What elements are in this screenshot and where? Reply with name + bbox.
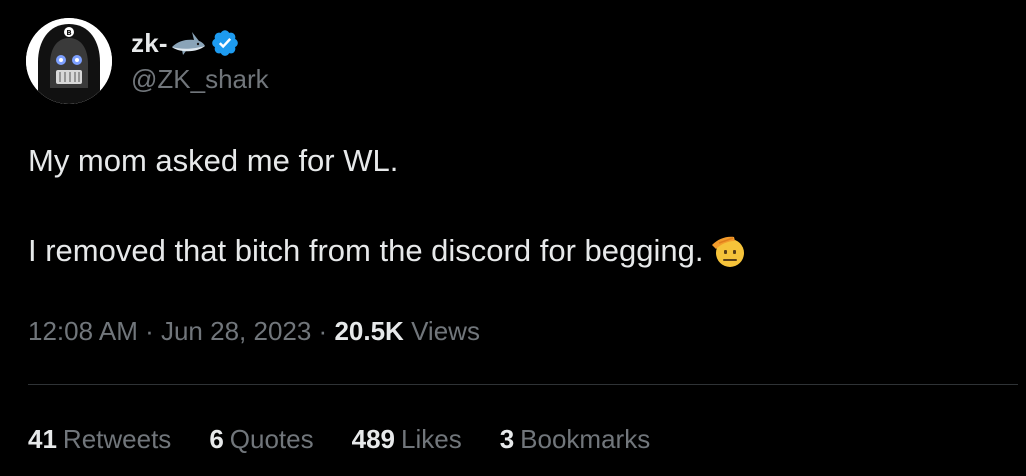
retweets-stat[interactable]: 41 Retweets [28,424,171,455]
likes-count: 489 [351,424,395,454]
shark-icon [171,32,205,55]
saluting-face-icon [712,236,745,267]
bookmarks-count: 3 [499,424,515,454]
meta-separator: · [137,316,161,346]
quotes-label: Quotes [229,424,314,454]
views-count[interactable]: 20.5K [334,316,403,346]
hooded-figure-avatar-icon: B [26,18,112,104]
tweet-text-line-2: I removed that bitch from the discord fo… [28,233,704,268]
likes-stat[interactable]: 489 Likes [352,424,462,455]
display-name[interactable]: zk- [131,28,168,59]
svg-text:B: B [66,29,71,37]
tweet-time[interactable]: 12:08 AM [28,316,138,346]
verified-badge-icon[interactable] [210,28,240,58]
tweet-date[interactable]: Jun 28, 2023 [161,316,311,346]
tweet-text-blank-line [28,180,988,232]
author-name-row[interactable]: zk- [131,26,240,60]
divider [28,384,1018,385]
views-label: Views [411,316,480,346]
tweet-text: My mom asked me for WL. I removed that b… [28,142,988,273]
bookmarks-stat[interactable]: 3 Bookmarks [500,424,651,455]
likes-label: Likes [401,424,462,454]
engagement-stats: 41 Retweets 6 Quotes 489 Likes 3 Bookmarks [28,424,688,455]
author-handle[interactable]: @ZK_shark [131,64,269,95]
tweet-detail: B zk- @ZK_shark My mom asked me for WL. … [0,0,1026,476]
meta-separator: · [311,316,335,346]
quotes-count: 6 [209,424,224,454]
quotes-stat[interactable]: 6 Quotes [209,424,313,455]
retweets-count: 41 [28,424,57,454]
tweet-meta: 12:08 AM · Jun 28, 2023 · 20.5K Views [28,316,480,347]
tweet-text-line-2-wrapper: I removed that bitch from the discord fo… [28,232,988,273]
avatar[interactable]: B [26,18,112,104]
bookmarks-label: Bookmarks [520,424,651,454]
tweet-text-line-1: My mom asked me for WL. [28,143,399,178]
retweets-label: Retweets [62,424,172,454]
